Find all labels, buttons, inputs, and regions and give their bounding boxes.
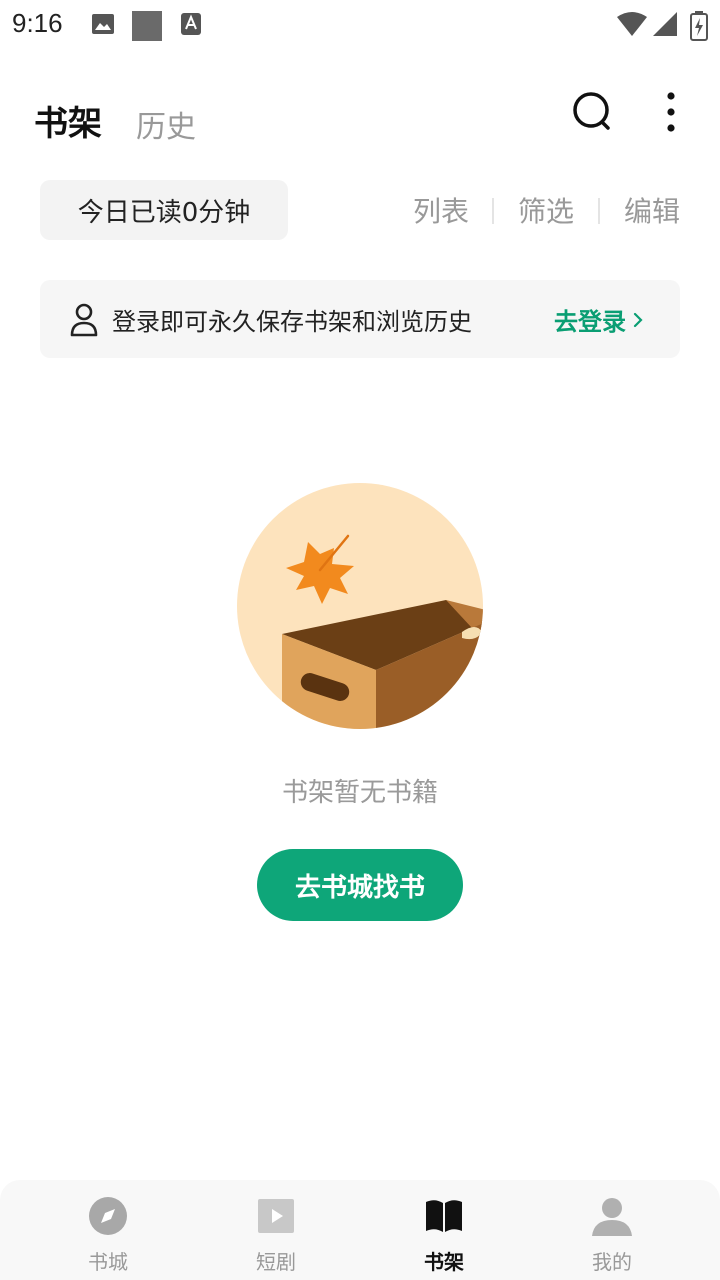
reading-time-text: 今日已读0分钟 [77, 197, 251, 228]
nav-label: 我的 [592, 1250, 632, 1274]
login-link[interactable]: 去登录 [554, 302, 644, 337]
list-view-button[interactable]: 列表 [413, 190, 469, 230]
play-icon [258, 1199, 294, 1233]
signal-icon [653, 12, 677, 36]
status-bar: 9:16 [0, 0, 720, 50]
login-link-label: 去登录 [554, 308, 626, 336]
more-menu-icon[interactable] [656, 86, 686, 138]
empty-message: 书架暂无书籍 [281, 778, 438, 808]
tab-history[interactable]: 历史 [136, 102, 196, 146]
edit-button[interactable]: 编辑 [624, 190, 680, 230]
shelf-actions: 列表 筛选 编辑 [396, 190, 686, 234]
nav-label: 短剧 [256, 1250, 296, 1274]
square-icon [132, 11, 162, 41]
bottom-nav: 书城 短剧 书架 我的 [0, 1180, 720, 1280]
compass-icon [89, 1197, 127, 1235]
book-icon [426, 1200, 462, 1232]
nav-label: 书城 [88, 1250, 128, 1274]
reading-time-badge[interactable]: 今日已读0分钟 [40, 180, 288, 240]
nav-label: 书架 [424, 1250, 464, 1274]
login-banner[interactable]: 登录即可永久保存书架和浏览历史 去登录 [40, 280, 680, 358]
wifi-icon [617, 12, 647, 36]
nav-item-short-drama[interactable]: 短剧 [216, 1180, 336, 1280]
text-icon [181, 13, 201, 35]
battery-icon [690, 11, 708, 41]
chevron-right-icon [633, 312, 643, 327]
login-prompt-text: 登录即可永久保存书架和浏览历史 [112, 308, 472, 336]
filter-button[interactable]: 筛选 [518, 190, 574, 230]
divider [598, 198, 600, 224]
status-time: 9:16 [12, 8, 63, 38]
go-to-store-button[interactable]: 去书城找书 [257, 849, 463, 921]
tab-bookshelf[interactable]: 书架 [34, 96, 102, 145]
empty-box-illustration [237, 483, 483, 729]
nav-item-profile[interactable]: 我的 [552, 1180, 672, 1280]
user-icon [70, 303, 98, 337]
nav-item-bookshelf[interactable]: 书架 [384, 1180, 504, 1280]
search-icon[interactable] [566, 86, 618, 138]
nav-item-bookstore[interactable]: 书城 [48, 1180, 168, 1280]
image-icon [92, 14, 114, 34]
person-icon [592, 1198, 632, 1236]
divider [492, 198, 494, 224]
